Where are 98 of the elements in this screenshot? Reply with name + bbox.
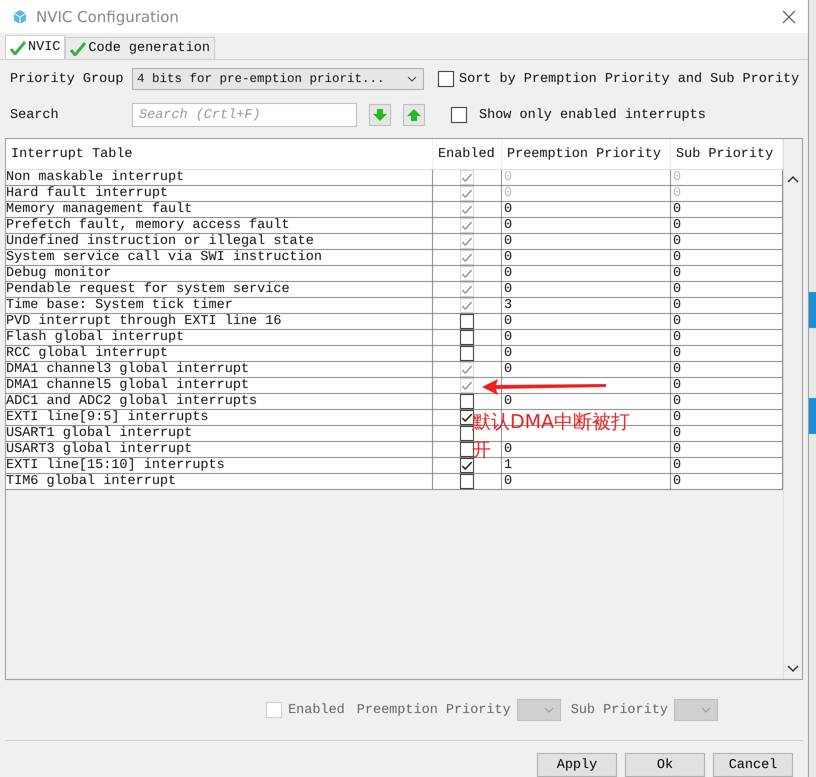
tab[interactable]: NVIC	[5, 35, 66, 59]
table-cell-text: 0	[672, 218, 682, 233]
table-cell-text: 0	[672, 378, 682, 393]
checkbox[interactable]	[460, 346, 474, 361]
table-cell: RCC global interrupt	[6, 346, 433, 361]
table-cell: Non maskable interrupt	[6, 170, 433, 185]
table-cell: USART3 global interrupt	[6, 442, 433, 457]
table-cell: USART1 global interrupt	[6, 426, 433, 441]
table-cell-text: 0	[503, 394, 512, 409]
close-icon[interactable]	[782, 10, 796, 24]
table-cell-text: 0	[672, 330, 682, 345]
checkbox[interactable]	[451, 107, 467, 123]
table-cell-text: 0	[672, 202, 682, 217]
checkbox[interactable]	[460, 394, 474, 409]
table-cell-text: 0	[672, 282, 682, 297]
table-cell-text: 0	[503, 234, 512, 249]
table-cell-text: 0	[503, 202, 512, 217]
table-cell: EXTI line[15:10] interrupts	[6, 458, 433, 473]
checkbox[interactable]	[460, 458, 474, 473]
table-cell: TIM6 global interrupt	[6, 474, 433, 489]
enabled-label: Enabled	[288, 702, 345, 718]
table-cell-text: 0	[503, 330, 512, 345]
table-cell: Prefetch fault, memory access fault	[6, 218, 433, 233]
table-cell-text: 0	[503, 474, 512, 489]
check-icon	[10, 40, 26, 54]
dialog-button[interactable]: Apply	[537, 753, 617, 777]
table-cell-text: 0	[503, 442, 512, 457]
cube-icon	[12, 8, 28, 24]
checkbox[interactable]	[460, 426, 474, 441]
column-header[interactable]: Enabled	[433, 139, 502, 169]
caret-icon	[544, 707, 554, 713]
table-cell-text: 0	[503, 282, 512, 297]
caret-icon	[407, 76, 417, 82]
table-cell: Pendable request for system service	[6, 282, 433, 297]
table-cell: DMA1 channel3 global interrupt	[6, 362, 433, 377]
checkbox[interactable]	[460, 314, 474, 329]
table-cell: Flash global interrupt	[6, 330, 433, 345]
sub-priority-label: Sub Priority	[570, 702, 668, 718]
table-cell: Undefined instruction or illegal state	[6, 234, 433, 249]
table-cell-text: 0	[503, 250, 512, 265]
table-cell-text: 0	[672, 250, 682, 265]
priority-group-label: Priority Group	[9, 72, 124, 86]
table-cell-text: 0	[503, 186, 512, 201]
table-cell-text: 0	[503, 266, 512, 281]
table-cell: Time base: System tick timer	[6, 298, 433, 313]
show-enabled-label: Show only enabled interrupts	[479, 108, 706, 122]
table-cell: ADC1 and ADC2 global interrupts	[6, 394, 433, 409]
tab[interactable]: Code generation	[65, 37, 215, 59]
table-cell: EXTI line[9:5] interrupts	[6, 410, 433, 425]
table-cell-text: 0	[672, 394, 682, 409]
scroll-up-icon[interactable]	[787, 175, 799, 183]
checkbox[interactable]	[460, 442, 474, 457]
check-icon	[70, 42, 86, 56]
table-cell: Debug monitor	[6, 266, 433, 281]
table-cell-text: 0	[672, 362, 682, 377]
table-cell-text: 0	[672, 474, 682, 489]
table-cell-text: 0	[503, 170, 512, 185]
checkbox[interactable]	[460, 474, 474, 489]
table-cell-text: 0	[672, 298, 682, 313]
table-cell: Memory management fault	[6, 202, 433, 217]
table-cell-text: 0	[503, 362, 512, 377]
checkbox[interactable]	[460, 410, 474, 425]
checkbox[interactable]	[438, 71, 454, 87]
table-cell-text: 0	[672, 186, 682, 201]
column-header[interactable]: Preemption Priority	[502, 139, 671, 169]
table-cell-text: 0	[672, 410, 682, 425]
preemption-priority-label: Preemption Priority	[356, 702, 511, 718]
caret-icon	[700, 707, 711, 713]
table-cell-text: 0	[503, 218, 512, 233]
table-cell-text: 3	[503, 298, 512, 313]
checkbox[interactable]	[460, 330, 474, 345]
table-cell-text: 0	[672, 266, 682, 281]
column-header[interactable]: Sub Priority	[671, 139, 783, 169]
arrow-icon	[482, 378, 607, 396]
table-cell-text: 0	[672, 458, 682, 473]
table-cell: PVD interrupt through EXTI line 16	[6, 314, 433, 329]
window-title: NVIC Configuration	[36, 8, 180, 26]
table-cell: Hard fault interrupt	[6, 186, 433, 201]
scroll-down-icon[interactable]	[787, 665, 799, 673]
column-header[interactable]: Interrupt Table	[6, 139, 433, 169]
table-cell-text: 0	[672, 314, 682, 329]
table-cell-text: 1	[503, 458, 512, 473]
table-cell: System service call via SWI instruction	[6, 250, 433, 265]
table-cell-text: 0	[503, 346, 512, 361]
dialog-button[interactable]: Ok	[625, 753, 705, 777]
table-cell-text: 0	[672, 234, 682, 249]
dialog-button[interactable]: Cancel	[713, 753, 793, 777]
priority-group-dropdown[interactable]: 4 bits for pre-emption priorit...	[132, 68, 424, 90]
table-cell: DMA1 channel5 global interrupt	[6, 378, 433, 393]
table-cell-text: 0	[503, 314, 512, 329]
table-cell-text: 0	[672, 426, 682, 441]
sort-option-label: Sort by Premption Priority and Sub Prority	[459, 72, 800, 86]
table-cell-text: 0	[672, 346, 682, 361]
table-cell-text: 0	[672, 442, 682, 457]
search-field[interactable]: Search (Crtl+F)	[132, 103, 357, 127]
search-label: Search	[9, 108, 60, 122]
table-cell-text: 0	[672, 170, 682, 185]
annotation-text: 默认DMA中断被打	[472, 410, 630, 434]
